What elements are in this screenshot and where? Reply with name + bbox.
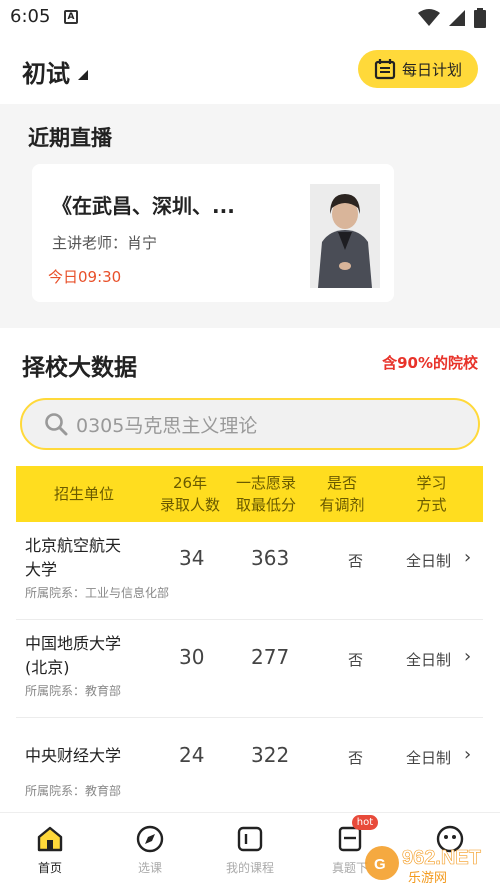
- teacher-photo: [310, 184, 380, 288]
- search-placeholder: 0305马克思主义理论: [76, 414, 258, 437]
- calendar-icon: [374, 59, 396, 80]
- compass-icon: [136, 825, 164, 853]
- live-section-title: 近期直播: [28, 126, 112, 150]
- coverage-badge: 含90%的院校: [382, 354, 478, 372]
- header: 初试 每日计划: [0, 34, 500, 104]
- wifi-icon: [418, 9, 440, 26]
- svg-text:G: G: [374, 856, 386, 873]
- home-icon: [37, 826, 63, 852]
- study-mode: 全日制: [406, 651, 452, 669]
- live-section: 近期直播 《在武昌、深圳、... 主讲老师：肖宁 今日09:30: [0, 104, 500, 328]
- status-time: 6:05: [10, 6, 51, 27]
- table-row[interactable]: 北京航空航天 大学 所属院系：工业与信息化部 34 363 否 全日制 ›: [16, 522, 483, 620]
- live-title: 《在武昌、深圳、...: [52, 194, 235, 218]
- school-name: 中央财经大学: [25, 746, 122, 765]
- nav-my-courses[interactable]: 我的课程: [210, 813, 290, 883]
- nav-my-courses-label: 我的课程: [225, 861, 274, 875]
- chevron-right-icon[interactable]: ›: [464, 547, 471, 568]
- svg-text:乐游网: 乐游网: [408, 871, 447, 886]
- study-mode: 全日制: [406, 552, 452, 570]
- school-name: 中国地质大学 (北京): [25, 634, 122, 677]
- hot-badge: hot: [352, 815, 378, 830]
- min-score: 363: [251, 546, 290, 570]
- book-icon: [237, 826, 263, 852]
- table-row[interactable]: 中央财经大学 所属院系：教育部 24 322 否 全日制 ›: [16, 718, 483, 816]
- live-teacher: 主讲老师：肖宁: [52, 234, 158, 252]
- column-header-enroll: 26年 录取人数: [159, 474, 220, 514]
- big-data-title: 择校大数据: [22, 355, 137, 381]
- live-time: 今日09:30: [48, 268, 122, 286]
- signal-icon: [449, 10, 465, 26]
- battery-icon: [474, 8, 486, 28]
- school-dept: 所属院系：教育部: [25, 684, 122, 698]
- live-card[interactable]: 《在武昌、深圳、... 主讲老师：肖宁 今日09:30: [32, 164, 394, 302]
- study-mode: 全日制: [406, 749, 452, 767]
- min-score: 322: [251, 743, 290, 767]
- nav-home-label: 首页: [37, 861, 62, 875]
- status-bar: 6:05 A: [0, 0, 500, 34]
- status-icons: [418, 8, 486, 28]
- nav-courses-label: 选课: [137, 861, 162, 875]
- table-row[interactable]: 中国地质大学 (北京) 所属院系：教育部 30 277 否 全日制 ›: [16, 620, 483, 718]
- nav-home[interactable]: 首页: [10, 813, 90, 883]
- chevron-right-icon[interactable]: ›: [464, 744, 471, 765]
- column-header-min-score: 一志愿录 取最低分: [235, 474, 296, 514]
- adjust-value: 否: [348, 552, 364, 570]
- watermark-logo: G 962.NET 乐游网: [362, 840, 496, 886]
- nav-courses[interactable]: 选课: [110, 813, 190, 883]
- notification-icon: A: [64, 10, 78, 24]
- dropdown-caret-icon[interactable]: [78, 70, 88, 80]
- column-header-unit: 招生单位: [53, 485, 114, 503]
- school-name: 北京航空航天 大学: [25, 536, 122, 579]
- adjust-value: 否: [348, 651, 364, 669]
- chevron-right-icon[interactable]: ›: [464, 646, 471, 667]
- exam-stage-selector[interactable]: 初试: [22, 54, 70, 89]
- adjust-value: 否: [348, 749, 364, 767]
- min-score: 277: [251, 645, 290, 669]
- table-header: 招生单位 26年 录取人数 一志愿录 取最低分 是否 有调剂 学习 方式: [16, 466, 483, 522]
- school-dept: 所属院系：教育部: [25, 784, 122, 798]
- daily-plan-button[interactable]: 每日计划: [358, 50, 478, 88]
- column-header-mode: 学习 方式: [416, 474, 447, 514]
- column-header-adjust: 是否 有调剂: [319, 474, 365, 514]
- search-icon: [45, 413, 68, 436]
- enroll-count: 30: [179, 645, 205, 669]
- svg-text:962.NET: 962.NET: [402, 847, 481, 869]
- enroll-count: 34: [179, 546, 205, 570]
- enroll-count: 24: [179, 743, 205, 767]
- search-input[interactable]: 0305马克思主义理论: [20, 398, 480, 450]
- school-dept: 所属院系：工业与信息化部: [25, 586, 170, 600]
- daily-plan-label: 每日计划: [401, 60, 462, 79]
